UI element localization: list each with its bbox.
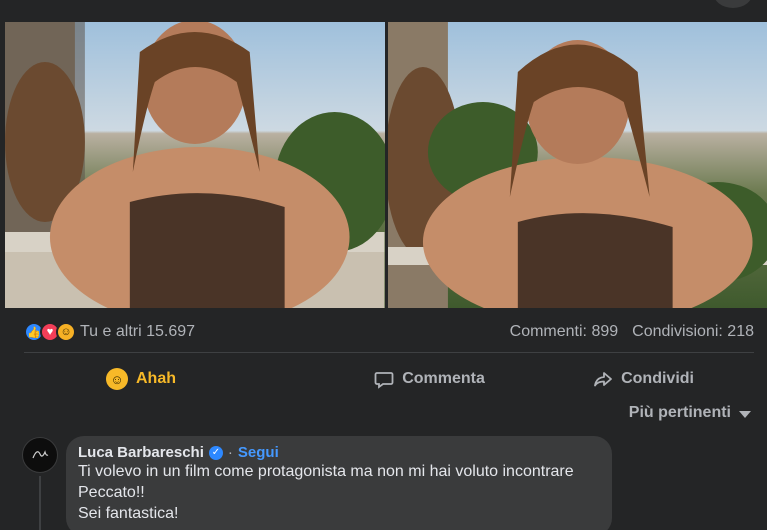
reaction-label: Ahah xyxy=(136,370,176,387)
sort-label: Più pertinenti xyxy=(628,404,731,421)
comments-count[interactable]: Commenti: 899 xyxy=(510,323,619,341)
shares-count[interactable]: Condivisioni: 218 xyxy=(632,323,754,341)
post-photo-right[interactable] xyxy=(387,22,767,308)
share-label: Condividi xyxy=(621,370,694,387)
post-photo-left[interactable] xyxy=(5,22,385,308)
post-stats: 👍 ♥ ☺ Tu e altri 15.697 Commenti: 899 Co… xyxy=(24,318,754,346)
comment-author[interactable]: Luca Barbareschi xyxy=(78,444,204,461)
avatar-signature-icon xyxy=(32,450,49,459)
comment-line-1: Ti volevo in un film come protagonista m… xyxy=(78,463,574,480)
comment-line-3: Sei fantastica! xyxy=(78,505,179,522)
divider-top xyxy=(24,352,754,353)
post-photos xyxy=(5,22,767,308)
top-strip xyxy=(0,0,767,22)
reaction-icons: 👍 ♥ ☺ xyxy=(24,322,76,342)
separator: · xyxy=(227,444,233,461)
engagement-counts: Commenti: 899 Condivisioni: 218 xyxy=(510,323,754,341)
haha-icon: ☺ xyxy=(56,322,76,342)
comment-header: Luca Barbareschi ✓ · Segui xyxy=(78,444,600,461)
reaction-button[interactable]: ☺ Ahah xyxy=(16,362,266,396)
comment-button[interactable]: Commenta xyxy=(374,363,485,395)
comment-line-2: Peccato!! xyxy=(78,484,145,501)
reactions-summary[interactable]: 👍 ♥ ☺ Tu e altri 15.697 xyxy=(24,322,195,342)
more-options-button[interactable] xyxy=(713,0,753,8)
share-button[interactable]: Condividi xyxy=(593,363,760,395)
haha-face-icon: ☺ xyxy=(106,368,128,390)
comment-label: Commenta xyxy=(402,370,485,387)
share-icon xyxy=(594,372,612,387)
avatar[interactable] xyxy=(22,437,58,473)
comment-sort-dropdown[interactable]: Più pertinenti xyxy=(629,404,751,422)
comment-bubble: Luca Barbareschi ✓ · Segui Ti volevo in … xyxy=(66,436,612,530)
chevron-down-icon xyxy=(739,411,751,418)
thread-line xyxy=(39,476,41,530)
post-actions: ☺ Ahah Commenta Condividi xyxy=(16,360,760,398)
verified-badge-icon: ✓ xyxy=(208,445,223,460)
follow-button[interactable]: Segui xyxy=(238,444,279,461)
comment-icon xyxy=(374,372,394,389)
reactions-text: Tu e altri 15.697 xyxy=(80,323,196,340)
